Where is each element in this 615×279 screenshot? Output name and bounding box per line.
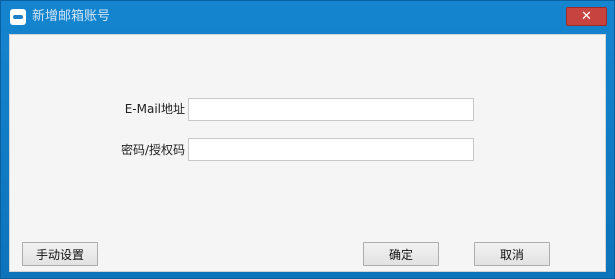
email-label: E-Mail地址: [124, 102, 185, 116]
ok-button[interactable]: 确定: [363, 242, 439, 266]
mail-app-icon: [10, 9, 26, 25]
dialog-window: 新增邮箱账号 ✕ E-Mail地址 密码/授权码 手动设置 确定 取消: [0, 0, 615, 279]
cancel-label: 取消: [499, 247, 524, 262]
password-label: 密码/授权码: [120, 143, 185, 157]
cancel-button[interactable]: 取消: [474, 242, 550, 266]
manual-settings-button[interactable]: 手动设置: [22, 242, 98, 266]
window-title: 新增邮箱账号: [32, 9, 111, 24]
password-input[interactable]: [188, 138, 474, 161]
close-icon: ✕: [581, 9, 592, 24]
dialog-body: E-Mail地址 密码/授权码 手动设置 确定 取消: [9, 34, 606, 272]
ok-label: 确定: [388, 247, 413, 262]
manual-settings-label: 手动设置: [35, 247, 84, 262]
title-bar[interactable]: 新增邮箱账号 ✕: [1, 1, 614, 34]
close-button[interactable]: ✕: [566, 7, 607, 26]
email-input[interactable]: [188, 98, 474, 121]
